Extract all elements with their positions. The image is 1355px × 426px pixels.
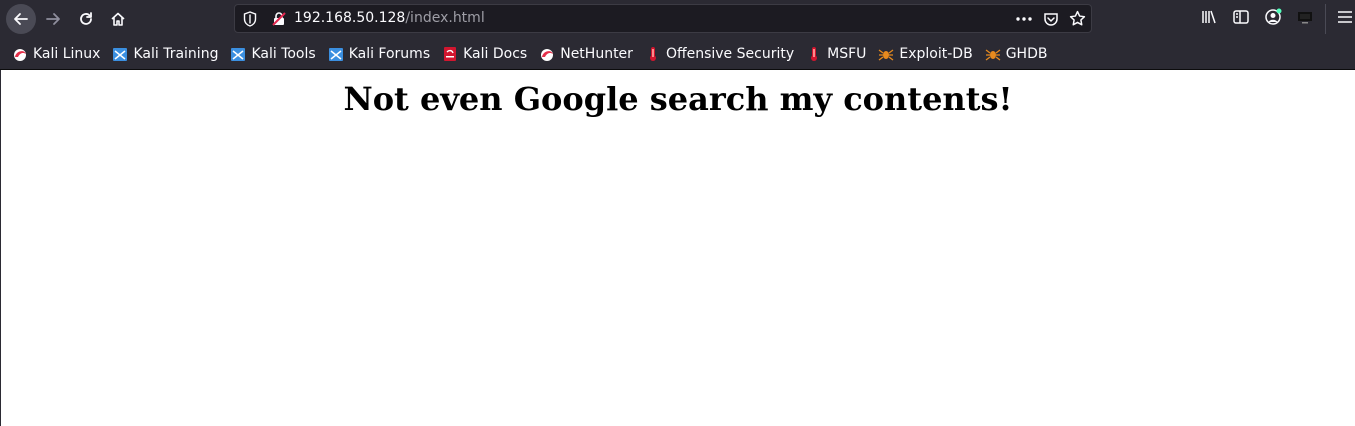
bookmark-kali-docs[interactable]: Kali Docs xyxy=(442,42,527,66)
bookmark-label: Kali Forums xyxy=(348,45,431,62)
url-text[interactable]: 192.168.50.128/index.html xyxy=(294,10,485,26)
navigation-toolbar: 192.168.50.128/index.html xyxy=(0,0,1355,38)
forward-button[interactable] xyxy=(38,4,68,34)
bookmark-label: Exploit-DB xyxy=(899,45,973,62)
extension-icon[interactable] xyxy=(1296,8,1314,30)
ghdb-icon xyxy=(985,48,1001,61)
kali-training-icon xyxy=(113,47,128,61)
bookmark-kali-forums[interactable]: Kali Forums xyxy=(328,42,430,66)
page-actions-icon[interactable] xyxy=(1015,11,1033,31)
url-host: 192.168.50.128 xyxy=(294,10,406,26)
bookmark-label: MSFU xyxy=(827,45,867,62)
sidebar-icon[interactable] xyxy=(1232,8,1250,30)
bookmark-nethunter[interactable]: NetHunter xyxy=(539,42,633,66)
home-button[interactable] xyxy=(103,4,133,34)
exploit-db-icon xyxy=(879,48,894,61)
arrow-left-icon xyxy=(14,13,28,25)
kali-forums-icon xyxy=(328,47,343,61)
tracking-shield-icon[interactable] xyxy=(243,11,257,31)
reload-icon xyxy=(80,12,92,25)
home-icon xyxy=(111,12,125,26)
bookmark-label: Offensive Security xyxy=(665,45,795,62)
bookmark-label: Kali Docs xyxy=(463,45,528,62)
bookmark-exploit-db[interactable]: Exploit-DB xyxy=(878,42,973,66)
arrow-right-icon xyxy=(46,13,60,25)
insecure-lock-icon[interactable] xyxy=(271,11,287,31)
browser-chrome: 192.168.50.128/index.html Kali Linux Kal… xyxy=(0,0,1355,70)
bookmark-offensive-security[interactable]: Offensive Security xyxy=(645,42,794,66)
bookmark-label: Kali Linux xyxy=(33,45,101,62)
msfu-icon xyxy=(811,46,818,61)
url-path: /index.html xyxy=(405,10,485,26)
page-heading: Not even Google search my contents! xyxy=(343,80,1013,118)
bookmark-msfu[interactable]: MSFU xyxy=(806,42,866,66)
bookmark-kali-linux[interactable]: Kali Linux xyxy=(12,42,100,66)
hamburger-menu-icon[interactable] xyxy=(1337,8,1353,30)
bookmark-label: Kali Tools xyxy=(251,45,316,62)
address-bar[interactable]: 192.168.50.128/index.html xyxy=(234,4,1092,33)
back-button[interactable] xyxy=(6,4,36,34)
bookmarks-toolbar: Kali Linux Kali Training Kali Tools Kali… xyxy=(0,38,1355,70)
account-icon[interactable] xyxy=(1264,8,1282,30)
nethunter-icon xyxy=(541,48,554,61)
bookmark-label: Kali Training xyxy=(133,45,219,62)
toolbar-divider xyxy=(1325,4,1326,34)
page-content: Not even Google search my contents! xyxy=(0,70,1355,426)
bookmark-label: NetHunter xyxy=(560,45,633,62)
kali-dragon-icon xyxy=(14,48,26,61)
kali-tools-icon xyxy=(231,47,246,61)
pocket-icon[interactable] xyxy=(1043,11,1059,31)
library-icon[interactable] xyxy=(1200,8,1218,30)
reload-button[interactable] xyxy=(71,4,101,34)
offsec-icon xyxy=(649,46,656,61)
kali-docs-icon xyxy=(444,46,457,61)
bookmark-star-icon[interactable] xyxy=(1069,10,1086,31)
bookmark-kali-tools[interactable]: Kali Tools xyxy=(230,42,316,66)
bookmark-kali-training[interactable]: Kali Training xyxy=(112,42,218,66)
bookmark-label: GHDB xyxy=(1005,45,1048,62)
bookmark-ghdb[interactable]: GHDB xyxy=(985,42,1048,66)
